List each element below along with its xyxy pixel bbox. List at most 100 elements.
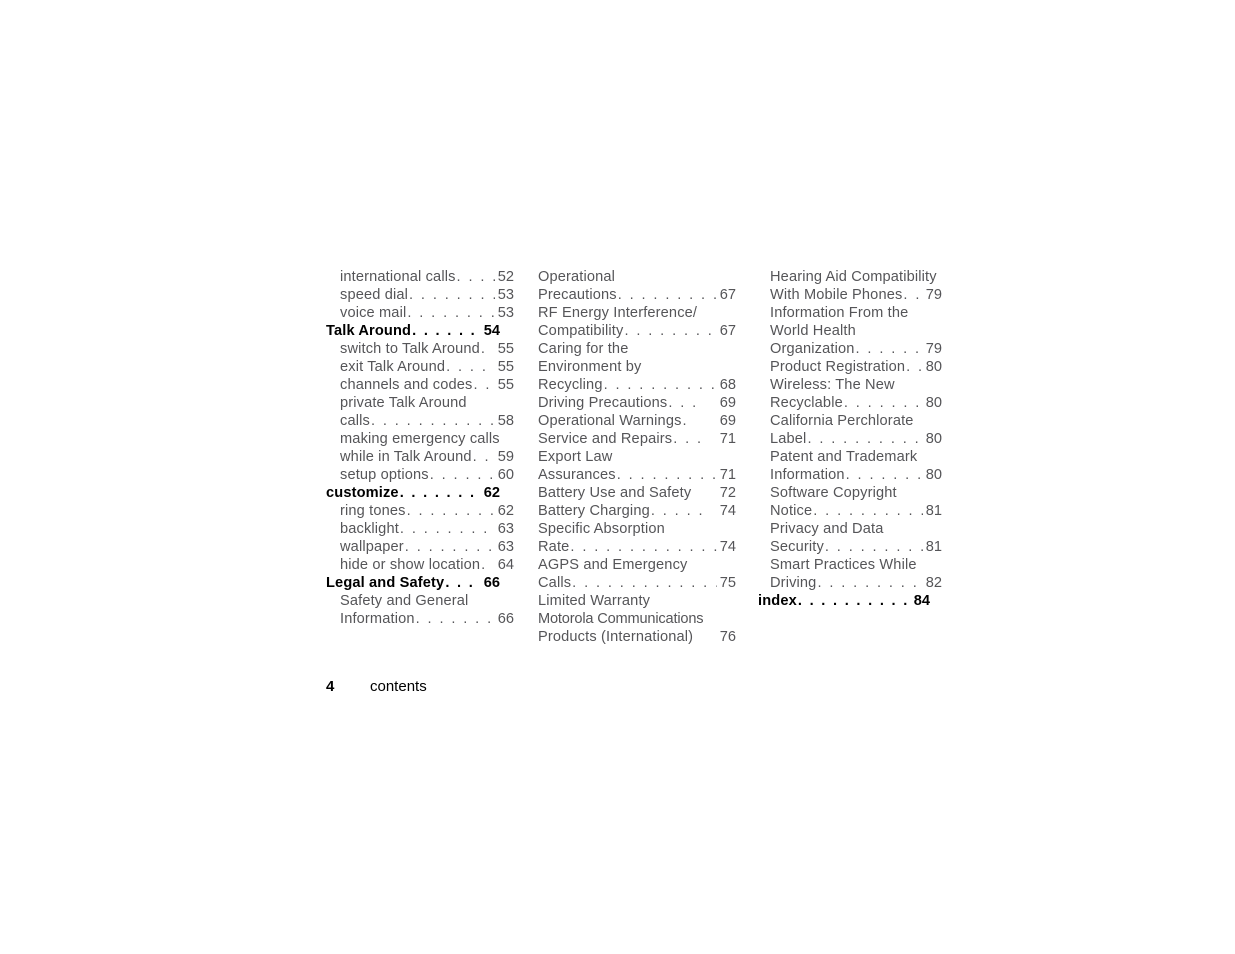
toc-entry-leader-dots: . . . . . . . . .: [415, 611, 495, 627]
toc-entry[interactable]: Export Law: [538, 448, 736, 466]
toc-entry[interactable]: Compatibility. . . . . . . . 67: [538, 322, 736, 340]
toc-entry[interactable]: international calls. . . . .52: [326, 268, 514, 286]
toc-entry[interactable]: Caring for the: [538, 340, 736, 358]
toc-entry-page-number: 55: [497, 377, 514, 393]
toc-entry[interactable]: Recycling. . . . . . . . . . . 68: [538, 376, 736, 394]
toc-entry[interactable]: With Mobile Phones. . 79: [770, 286, 942, 304]
toc-entry[interactable]: switch to Talk Around. 55: [326, 340, 514, 358]
toc-entry-label: calls: [340, 413, 370, 429]
toc-entry[interactable]: ring tones. . . . . . . . .62: [326, 502, 514, 520]
toc-entry-label: Smart Practices While: [770, 557, 917, 573]
toc-entry[interactable]: Talk Around. . . . . . . . .54: [326, 322, 500, 340]
toc-entry[interactable]: RF Energy Interference/: [538, 304, 736, 322]
toc-entry-leader-dots: . . . . . . . . .: [407, 305, 494, 321]
toc-entry[interactable]: California Perchlorate: [770, 412, 942, 430]
toc-entry[interactable]: Notice. . . . . . . . . . . .81: [770, 502, 942, 520]
toc-entry-label: With Mobile Phones: [770, 287, 903, 303]
toc-entry[interactable]: private Talk Around: [326, 394, 500, 412]
toc-entry-page-number: 84: [913, 593, 930, 609]
toc-entry[interactable]: exit Talk Around. . . . . .55: [326, 358, 514, 376]
toc-entry-page-number: 79: [925, 341, 942, 357]
toc-entry-page-number: 76: [719, 629, 736, 645]
toc-entry[interactable]: Service and Repairs. . . 71: [538, 430, 736, 448]
toc-entry[interactable]: Limited Warranty: [538, 592, 736, 610]
toc-entry-leader-dots: . .: [472, 449, 491, 465]
toc-entry[interactable]: Precautions. . . . . . . . . 67: [538, 286, 736, 304]
toc-entry-label: Talk Around: [326, 323, 412, 339]
toc-entry[interactable]: Assurances. . . . . . . . . 71: [538, 466, 736, 484]
toc-entry-page-number: 69: [719, 395, 736, 411]
toc-entry-leader-dots: . . .: [668, 395, 699, 411]
toc-entry-leader-dots: . . . . . . . . . . . . . .: [797, 593, 911, 609]
toc-entry-label: Driving Precautions: [538, 395, 668, 411]
toc-entry-leader-dots: . . . . . . .: [855, 341, 923, 357]
toc-entry[interactable]: Motorola Communications: [538, 610, 736, 628]
toc-entry[interactable]: AGPS and Emergency: [538, 556, 736, 574]
toc-entry[interactable]: Privacy and Data: [770, 520, 942, 538]
toc-entry[interactable]: calls. . . . . . . . . . . . .58: [326, 412, 514, 430]
toc-entry[interactable]: Information From the: [770, 304, 942, 322]
toc-entry[interactable]: Label. . . . . . . . . . . .80: [770, 430, 942, 448]
toc-entry[interactable]: Rate. . . . . . . . . . . . . 74: [538, 538, 736, 556]
toc-entry[interactable]: backlight. . . . . . . . . . .63: [326, 520, 514, 538]
toc-entry-page-number: 64: [497, 557, 514, 573]
toc-entry-label: Operational: [538, 269, 616, 285]
toc-entry[interactable]: Hearing Aid Compatibility: [770, 268, 942, 286]
toc-entry[interactable]: Information. . . . . . . . .80: [770, 466, 942, 484]
toc-entry[interactable]: Safety and General: [326, 592, 500, 610]
toc-entry[interactable]: Security. . . . . . . . . . .81: [770, 538, 942, 556]
toc-entry[interactable]: wallpaper. . . . . . . . . . .63: [326, 538, 514, 556]
toc-entry[interactable]: Calls. . . . . . . . . . . . . 75: [538, 574, 736, 592]
toc-entry-label: Battery Charging: [538, 503, 650, 519]
toc-entry-page-number: 71: [719, 431, 736, 447]
toc-entry-page-number: 66: [483, 575, 500, 591]
toc-entry[interactable]: Battery Use and Safety 72: [538, 484, 736, 502]
toc-entry[interactable]: hide or show location. 64: [326, 556, 514, 574]
toc-entry-label: making emergency calls: [340, 431, 500, 447]
toc-entry[interactable]: making emergency calls: [326, 430, 500, 448]
toc-entry[interactable]: index. . . . . . . . . . . . . .84: [758, 592, 942, 610]
toc-entry[interactable]: Environment by: [538, 358, 736, 376]
toc-entry[interactable]: Wireless: The New: [770, 376, 942, 394]
toc-entry-leader-dots: . . . . . . . . .: [843, 395, 923, 411]
toc-entry[interactable]: Organization. . . . . . .79: [770, 340, 942, 358]
toc-entry[interactable]: Battery Charging. . . . . 74: [538, 502, 736, 520]
toc-entry[interactable]: Patent and Trademark: [770, 448, 942, 466]
toc-entry[interactable]: while in Talk Around. . 59: [326, 448, 514, 466]
toc-entry[interactable]: Information. . . . . . . . .66: [326, 610, 514, 628]
toc-entry[interactable]: setup options. . . . . . . .60: [326, 466, 514, 484]
toc-entry-label: Motorola Communications: [538, 611, 704, 627]
toc-entry[interactable]: Driving. . . . . . . . . . . .82: [770, 574, 942, 592]
toc-entry-label: Driving: [770, 575, 817, 591]
toc-entry[interactable]: channels and codes. . .55: [326, 376, 514, 394]
toc-entry-label: Wireless: The New: [770, 377, 895, 393]
toc-entry[interactable]: Specific Absorption: [538, 520, 736, 538]
toc-entry-leader-dots: . .: [903, 287, 922, 303]
toc-entry-leader-dots: .: [481, 557, 488, 573]
toc-entry-label: RF Energy Interference/: [538, 305, 698, 321]
toc-entry[interactable]: Smart Practices While: [770, 556, 942, 574]
toc-entry[interactable]: voice mail. . . . . . . . .53: [326, 304, 514, 322]
toc-entry[interactable]: Operational: [538, 268, 736, 286]
toc-entry[interactable]: Operational Warnings. 69: [538, 412, 736, 430]
toc-entry-label: Battery Use and Safety: [538, 485, 692, 501]
toc-entry-page-number: 52: [497, 269, 514, 285]
toc-entry-page-number: 68: [719, 377, 736, 393]
toc-entry[interactable]: Products (International) 76: [538, 628, 736, 646]
toc-entry[interactable]: World Health: [770, 322, 942, 340]
toc-entry[interactable]: Driving Precautions. . . 69: [538, 394, 736, 412]
toc-entry[interactable]: Recyclable. . . . . . . . .80: [770, 394, 942, 412]
toc-entry[interactable]: speed dial. . . . . . . . .53: [326, 286, 514, 304]
toc-entry-page-number: 67: [719, 287, 736, 303]
toc-entry-label: Information From the: [770, 305, 909, 321]
toc-entry-label: ring tones: [340, 503, 406, 519]
toc-column-2: Operational Precautions. . . . . . . . .6…: [538, 268, 736, 646]
toc-entry[interactable]: customize. . . . . . . . . . . .62: [326, 484, 500, 502]
toc-entry[interactable]: Product Registration. . 80: [770, 358, 942, 376]
toc-entry[interactable]: Legal and Safety. . . . . .66: [326, 574, 500, 592]
toc-entry[interactable]: Software Copyright: [770, 484, 942, 502]
toc-entry-page-number: 69: [719, 413, 736, 429]
toc-entry-page-number: 80: [925, 359, 942, 375]
toc-entry-page-number: 62: [483, 485, 500, 501]
toc-entry-label: wallpaper: [340, 539, 404, 555]
